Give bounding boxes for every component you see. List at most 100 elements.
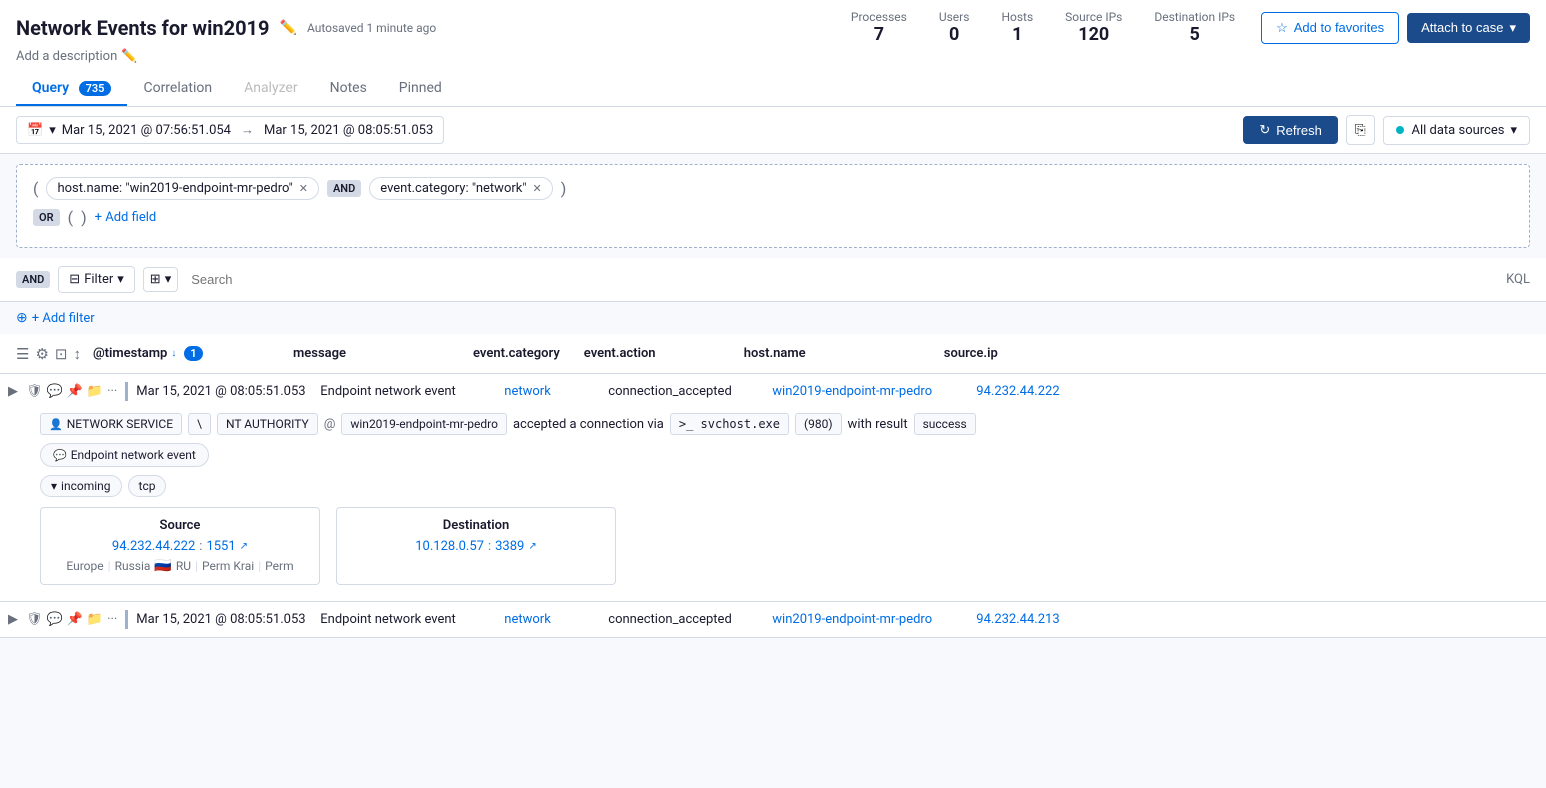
- stat-source-ips-label: Source IPs: [1065, 10, 1122, 24]
- star-icon: ☆: [1276, 20, 1288, 36]
- comment-icon[interactable]: 💬: [47, 384, 63, 399]
- add-field-button[interactable]: + Add field: [95, 210, 157, 225]
- col-hostname[interactable]: host.name: [732, 338, 932, 369]
- external-link-icon-dest[interactable]: ↗: [528, 541, 536, 552]
- shield-icon[interactable]: 🛡: [26, 384, 43, 399]
- edit-title-icon[interactable]: ✏️: [280, 20, 297, 36]
- more-icon[interactable]: ···: [107, 612, 117, 627]
- folder-icon[interactable]: 📁: [87, 612, 103, 627]
- flag-icon: 🇷🇺: [154, 558, 171, 574]
- filter-category-text: event.category: "network": [380, 181, 526, 196]
- user-icon: 👤: [49, 418, 63, 431]
- add-filter-icon: ⊕: [16, 310, 28, 326]
- filter-bar: AND ⊟ Filter ▾ ⊞ ▾ KQL: [0, 258, 1546, 302]
- stat-hosts-value: 1: [1001, 24, 1033, 45]
- settings-icon[interactable]: ⚙: [35, 345, 48, 363]
- arrow-right-icon: →: [241, 122, 254, 138]
- folder-icon[interactable]: 📁: [87, 384, 103, 399]
- row2-message: Endpoint network event: [320, 612, 500, 627]
- source-ip-link[interactable]: 94.232.44.222: [112, 539, 195, 554]
- sort-icon[interactable]: ↕: [73, 345, 81, 363]
- stat-hosts: Hosts 1: [1001, 10, 1033, 45]
- col-sourceip[interactable]: source.ip: [932, 338, 1052, 369]
- refresh-icon: ↻: [1259, 122, 1270, 138]
- tab-pinned[interactable]: Pinned: [383, 72, 458, 106]
- edit-description-icon[interactable]: ✏️: [121, 49, 137, 64]
- calendar-icon: 📅: [27, 123, 43, 138]
- or-operator: OR: [33, 209, 60, 226]
- host-badge[interactable]: win2019-endpoint-mr-pedro: [341, 413, 507, 435]
- row-category: network: [504, 384, 604, 399]
- endpoint-event-badge: 💬 Endpoint network event: [40, 443, 209, 467]
- backslash-badge: \: [188, 413, 211, 435]
- kql-label: KQL: [1506, 272, 1530, 287]
- col-message[interactable]: message: [281, 338, 461, 369]
- filter-row-2: OR ( ) + Add field: [33, 208, 1513, 227]
- chevron-down-icon: ▾: [165, 272, 172, 287]
- geo-europe: Europe: [66, 559, 103, 573]
- filter-pill-category[interactable]: event.category: "network" ✕: [369, 177, 552, 200]
- source-port-link[interactable]: 1551: [206, 539, 235, 554]
- chevron-down-icon: ▾: [1510, 123, 1517, 138]
- row2-hostname[interactable]: win2019-endpoint-mr-pedro: [772, 612, 972, 627]
- external-link-icon[interactable]: ↗: [240, 541, 248, 552]
- col-timestamp[interactable]: @timestamp ↓ 1: [81, 338, 281, 369]
- refresh-button[interactable]: ↻ Refresh: [1243, 116, 1337, 144]
- title-left: Network Events for win2019 ✏️ Autosaved …: [16, 10, 1530, 64]
- row-sourceip[interactable]: 94.232.44.222: [976, 384, 1096, 399]
- stat-users: Users 0: [939, 10, 970, 45]
- tab-analyzer: Analyzer: [228, 72, 314, 106]
- pin-icon[interactable]: 📌: [67, 612, 83, 627]
- row-expand-icon-2[interactable]: ▶: [4, 610, 22, 629]
- destination-box: Destination 10.128.0.57 : 3389 ↗: [336, 507, 616, 585]
- col-action[interactable]: event.action: [572, 338, 732, 369]
- more-icon[interactable]: ···: [107, 384, 117, 399]
- dest-ip-link[interactable]: 10.128.0.57: [415, 539, 484, 554]
- copy-button[interactable]: ⎘: [1346, 115, 1375, 145]
- row-left-border-2: [125, 610, 128, 629]
- comment-icon[interactable]: 💬: [47, 612, 63, 627]
- user-network-service-badge[interactable]: 👤 NETWORK SERVICE: [40, 413, 182, 435]
- dest-port-link[interactable]: 3389: [495, 539, 524, 554]
- search-options[interactable]: ⊞ ▾: [143, 267, 178, 292]
- filter-row-1: ( host.name: "win2019-endpoint-mr-pedro"…: [33, 177, 1513, 200]
- authority-badge[interactable]: NT AUTHORITY: [217, 413, 318, 435]
- row2-timestamp: Mar 15, 2021 @ 08:05:51.053: [136, 612, 316, 627]
- datasource-selector[interactable]: All data sources ▾: [1383, 116, 1531, 145]
- row-action-icons-2: 🛡 💬 📌 📁 ···: [26, 612, 117, 627]
- datasource-dot: [1396, 126, 1404, 134]
- filter-button[interactable]: ⊟ Filter ▾: [58, 266, 135, 293]
- attach-to-case-button[interactable]: Attach to case ▾: [1407, 13, 1530, 43]
- remove-category-filter-icon[interactable]: ✕: [533, 182, 542, 195]
- pid-badge: (980): [795, 413, 842, 435]
- copy-icon: ⎘: [1355, 122, 1366, 137]
- direction-badge[interactable]: ▾ incoming: [40, 475, 122, 497]
- date-range-picker[interactable]: 📅 ▾ Mar 15, 2021 @ 07:56:51.054 → Mar 15…: [16, 116, 444, 144]
- stat-source-ips: Source IPs 120: [1065, 10, 1122, 45]
- expand-all-icon[interactable]: ⊡: [55, 345, 68, 363]
- filter-icon: ⊟: [69, 272, 80, 287]
- remove-hostname-filter-icon[interactable]: ✕: [299, 182, 308, 195]
- at-symbol: @: [324, 417, 336, 432]
- shield-icon[interactable]: 🛡: [26, 612, 43, 627]
- row-timestamp: Mar 15, 2021 @ 08:05:51.053: [136, 384, 316, 399]
- pin-icon[interactable]: 📌: [67, 384, 83, 399]
- row2-sourceip[interactable]: 94.232.44.213: [976, 612, 1096, 627]
- col-category[interactable]: event.category: [461, 338, 572, 369]
- filter-hostname-text: host.name: "win2019-endpoint-mr-pedro": [57, 181, 292, 196]
- tab-correlation[interactable]: Correlation: [127, 72, 228, 106]
- cmd-badge[interactable]: >_ svchost.exe: [670, 413, 789, 435]
- table-row: ▶ 🛡 💬 📌 📁 ··· Mar 15, 2021 @ 08:05:51.05…: [0, 602, 1546, 638]
- filter-pill-hostname[interactable]: host.name: "win2019-endpoint-mr-pedro" ✕: [46, 177, 318, 200]
- add-filter-label[interactable]: + Add filter: [32, 311, 95, 326]
- tab-query[interactable]: Query 735: [16, 72, 127, 106]
- tab-notes[interactable]: Notes: [314, 72, 383, 106]
- list-view-icon[interactable]: ☰: [16, 345, 29, 363]
- stat-hosts-label: Hosts: [1001, 10, 1033, 24]
- page-title: Network Events for win2019: [16, 16, 270, 40]
- row-hostname[interactable]: win2019-endpoint-mr-pedro: [772, 384, 972, 399]
- add-to-favorites-button[interactable]: ☆ Add to favorites: [1261, 12, 1399, 44]
- row-expand-icon[interactable]: ▶: [4, 382, 22, 401]
- destination-title: Destination: [353, 518, 599, 533]
- search-input[interactable]: [186, 267, 1498, 292]
